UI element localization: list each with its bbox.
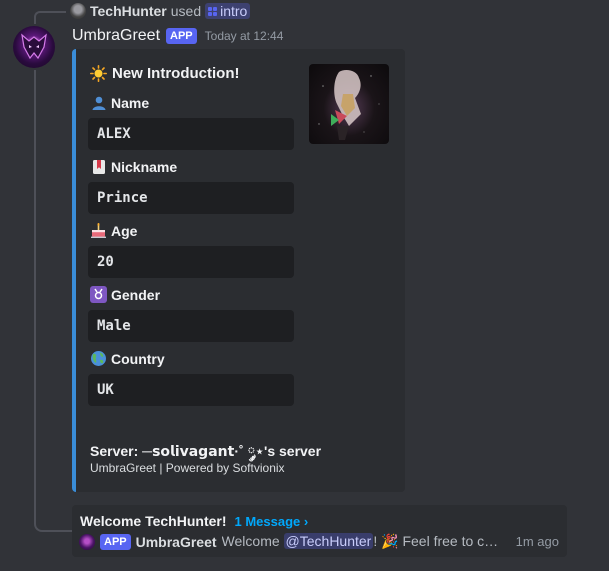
sun-icon xyxy=(90,65,108,83)
thread-last-message: APP UmbraGreet Welcome @TechHunter! 🎉 Fe… xyxy=(79,533,559,550)
field-gender-label: Gender xyxy=(90,286,160,303)
embed-footer: UmbraGreet | Powered by Softvionix xyxy=(90,461,285,475)
field-value-gender: Male xyxy=(88,310,294,342)
field-country-label: Country xyxy=(90,350,165,367)
bust-silhouette-icon xyxy=(90,94,107,111)
app-badge: APP xyxy=(166,28,197,44)
command-usage-line: TechHunter used intro xyxy=(70,2,251,20)
thread-title[interactable]: Welcome TechHunter! xyxy=(80,513,227,529)
embed-title-text: New Introduction! xyxy=(112,65,240,82)
field-value-nickname: Prince xyxy=(88,182,294,214)
thread-spine xyxy=(34,70,76,532)
bookmark-icon xyxy=(90,158,107,175)
field-value-age: 20 xyxy=(88,246,294,278)
bot-avatar[interactable] xyxy=(13,26,55,68)
intro-embed: New Introduction! Name ALEX Nickname Pri… xyxy=(72,49,405,492)
reply-spine xyxy=(34,11,66,24)
thread-time: 1m ago xyxy=(515,534,559,549)
thumbnail-art xyxy=(318,70,380,140)
field-nickname-label: Nickname xyxy=(90,158,177,175)
app-command-icon xyxy=(208,6,218,16)
thread-preview: Welcome @TechHunter! 🎉 Feel free to chat… xyxy=(222,533,505,550)
discord-message-view: TechHunter used intro UmbraGreet APP Tod… xyxy=(0,0,609,571)
thread-preview-prefix: Welcome xyxy=(221,533,280,549)
embed-thumbnail[interactable] xyxy=(309,64,389,144)
thread-card[interactable]: Welcome TechHunter! 1 Message › APP Umbr… xyxy=(72,505,567,557)
wolf-emblem-icon xyxy=(21,33,47,60)
gender-symbol-icon xyxy=(90,286,107,303)
bot-username[interactable]: UmbraGreet xyxy=(72,27,160,45)
command-chip[interactable]: intro xyxy=(205,3,251,19)
used-label: used xyxy=(170,3,202,19)
thread-author-avatar xyxy=(79,533,95,550)
message-timestamp[interactable]: Today at 12:44 xyxy=(205,29,284,43)
thread-author-name: UmbraGreet xyxy=(135,533,217,550)
field-age-label: Age xyxy=(90,222,137,239)
field-value-name: ALEX xyxy=(88,118,294,150)
thread-message-count-link[interactable]: 1 Message › xyxy=(235,514,309,529)
field-name-label: Name xyxy=(90,94,149,111)
field-value-country: UK xyxy=(88,374,294,406)
birthday-cake-icon xyxy=(90,222,107,239)
user-mention[interactable]: @TechHunter xyxy=(283,533,374,549)
globe-icon xyxy=(90,350,107,367)
embed-title: New Introduction! xyxy=(90,65,240,83)
invoker-username[interactable]: TechHunter xyxy=(90,3,167,19)
thread-preview-suffix: ! 🎉 Feel free to chat ... xyxy=(373,533,505,549)
message-header: UmbraGreet APP Today at 12:44 xyxy=(72,25,283,47)
command-name: intro xyxy=(220,3,248,19)
invoker-avatar[interactable] xyxy=(70,3,86,19)
thread-app-badge: APP xyxy=(100,533,131,550)
thread-title-row: Welcome TechHunter! 1 Message › xyxy=(80,513,308,529)
